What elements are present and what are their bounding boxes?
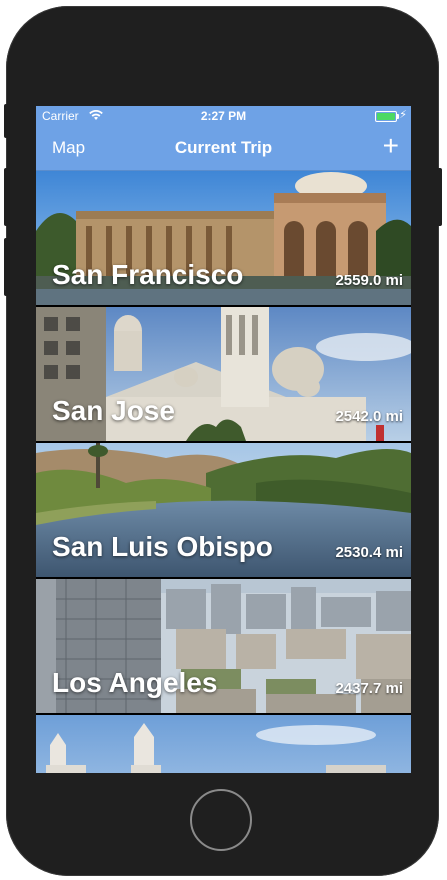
- clock: 2:27 PM: [200, 109, 247, 123]
- home-button[interactable]: [190, 789, 252, 851]
- distance-label: 2437.7 mi: [335, 680, 403, 697]
- city-name: San Francisco: [52, 259, 244, 290]
- silent-switch: [4, 104, 8, 138]
- next-city-photo: [36, 715, 411, 773]
- city-name: Los Angeles: [52, 667, 218, 698]
- status-bar: Carrier 2:27 PM ⚡: [36, 106, 411, 126]
- distance-label: 2530.4 mi: [335, 544, 403, 561]
- screen: Carrier 2:27 PM ⚡ Map Current Trip + San…: [36, 106, 411, 773]
- city-name: San Luis Obispo: [52, 531, 273, 562]
- trip-list[interactable]: San Francisco 2559.0 mi San Jose 2542.0 …: [36, 171, 411, 773]
- charging-bolt-icon: ⚡: [399, 109, 407, 121]
- list-item[interactable]: San Jose 2542.0 mi: [36, 307, 411, 441]
- navigation-bar: Map Current Trip +: [36, 126, 411, 171]
- page-title: Current Trip: [174, 138, 273, 157]
- volume-down-button: [4, 238, 8, 296]
- add-icon[interactable]: +: [383, 132, 399, 160]
- list-item[interactable]: Los Angeles 2437.7 mi: [36, 579, 411, 713]
- volume-up-button: [4, 168, 8, 226]
- list-item[interactable]: [36, 715, 411, 773]
- city-name: San Jose: [52, 395, 175, 426]
- battery-icon: [375, 111, 399, 122]
- distance-label: 2559.0 mi: [335, 272, 403, 289]
- list-item[interactable]: San Francisco 2559.0 mi: [36, 171, 411, 305]
- power-button: [437, 168, 442, 226]
- distance-label: 2542.0 mi: [335, 408, 403, 425]
- list-item[interactable]: San Luis Obispo 2530.4 mi: [36, 443, 411, 577]
- battery-level: [377, 113, 395, 120]
